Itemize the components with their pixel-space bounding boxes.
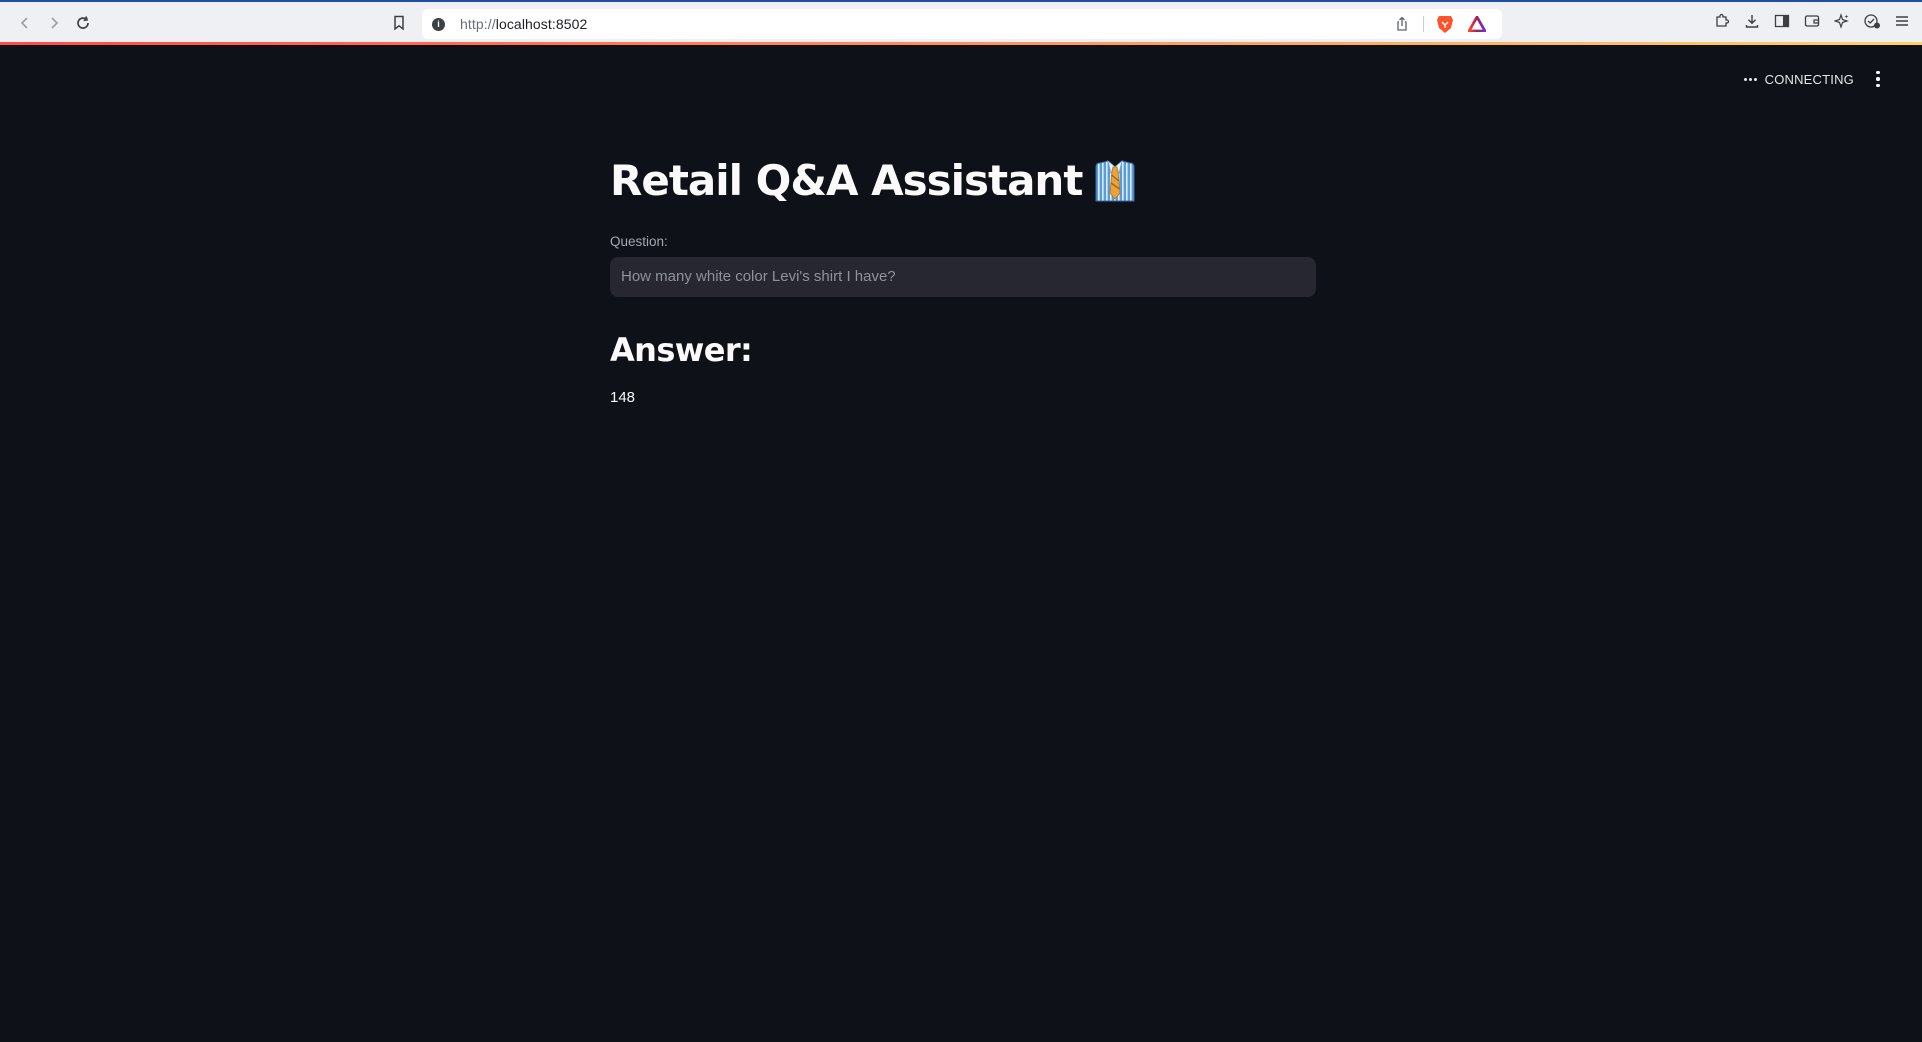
chevron-left-icon: [20, 17, 28, 29]
app-main: CONNECTING Retail Q&A Assistant Question…: [2, 45, 1922, 1042]
hamburger-menu-icon[interactable]: [1892, 11, 1912, 31]
triangle-rewards-icon[interactable]: [1466, 13, 1488, 35]
address-bar[interactable]: i http://localhost:8502: [422, 9, 1502, 39]
wallet-icon[interactable]: [1802, 11, 1822, 31]
sidebar-icon[interactable]: [1772, 11, 1792, 31]
answer-value: 148: [610, 388, 636, 406]
url-text: http://localhost:8502: [460, 16, 588, 32]
status-text: CONNECTING: [1764, 72, 1854, 87]
title-text: Retail Q&A Assistant: [610, 156, 1083, 205]
back-button[interactable]: [12, 10, 38, 36]
reload-icon: [77, 16, 89, 29]
bookmark-button[interactable]: [386, 10, 412, 36]
share-icon[interactable]: [1391, 13, 1413, 35]
puzzle-icon[interactable]: [1712, 11, 1732, 31]
browser-toolbar: i http://localhost:8502: [0, 0, 1922, 45]
ellipsis-icon: [1743, 78, 1757, 81]
question-input[interactable]: [610, 256, 1316, 297]
page-title: Retail Q&A Assistant: [610, 155, 1316, 208]
main-content: Retail Q&A Assistant Question: Answer: 1…: [610, 155, 1316, 406]
bookmark-icon: [394, 15, 404, 31]
forward-button[interactable]: [41, 10, 67, 36]
download-icon[interactable]: [1742, 11, 1762, 31]
info-icon[interactable]: i: [432, 17, 445, 31]
question-label: Question:: [610, 233, 668, 249]
vpn-icon[interactable]: [1862, 11, 1882, 31]
shirt-with-tie-icon: [1095, 160, 1135, 202]
chevron-right-icon: [51, 17, 59, 29]
brave-lion-icon[interactable]: [1434, 13, 1456, 35]
main-menu-icon[interactable]: [1868, 69, 1888, 89]
reload-button[interactable]: [70, 10, 96, 36]
connection-status: CONNECTING: [1743, 72, 1854, 87]
answer-heading: Answer:: [610, 330, 753, 369]
leo-star-icon[interactable]: [1832, 11, 1852, 31]
toolbar-extensions: [1712, 11, 1912, 31]
